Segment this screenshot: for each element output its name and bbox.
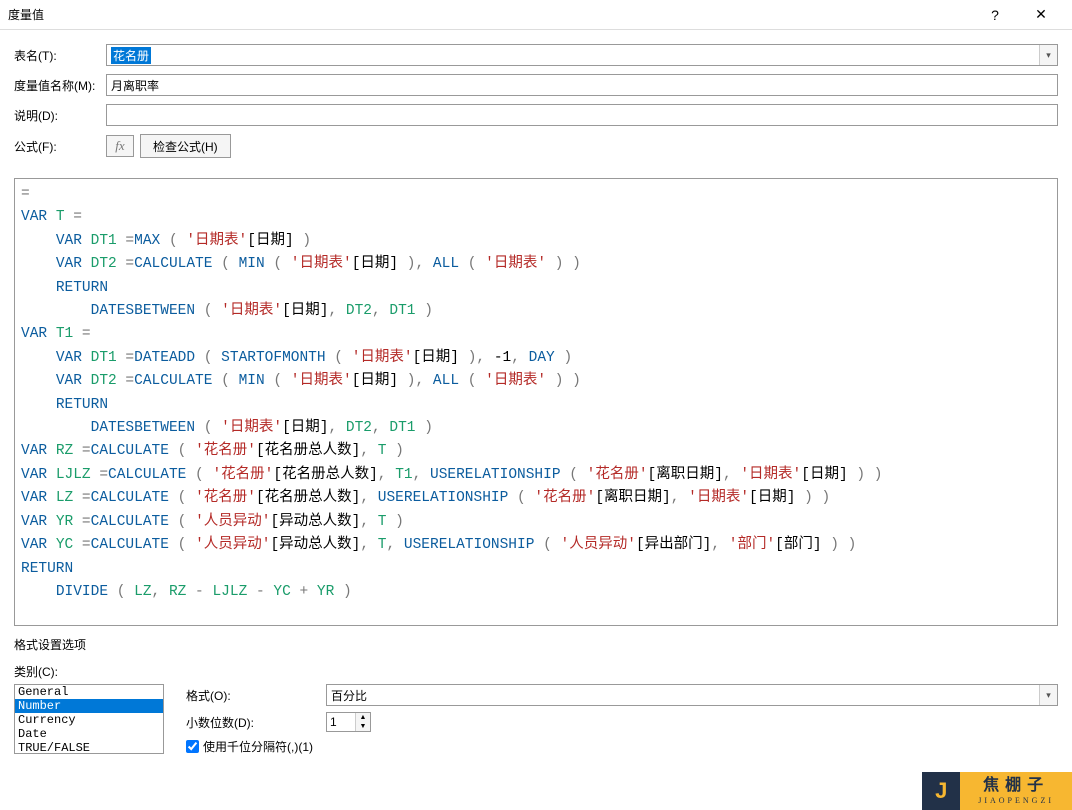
decimals-input[interactable] — [327, 713, 355, 731]
watermark-cn: 焦棚子 — [983, 778, 1049, 794]
category-item[interactable]: Currency — [15, 713, 163, 727]
table-input[interactable]: 花名册 — [106, 44, 1058, 66]
decimals-label: 小数位数(D): — [186, 714, 326, 731]
thousands-checkbox[interactable] — [186, 740, 199, 753]
format-input[interactable] — [326, 684, 1058, 706]
formula-editor[interactable]: = VAR T = VAR DT1 =MAX ( '日期表'[日期] ) VAR… — [14, 178, 1058, 626]
category-item[interactable]: Number — [15, 699, 163, 713]
help-button[interactable]: ? — [972, 0, 1018, 30]
thousands-label[interactable]: 使用千位分隔符(,)(1) — [203, 738, 313, 755]
form-area: 表名(T): 花名册 ▾ 度量值名称(M): 说明(D): 公式(F): fx … — [0, 30, 1072, 172]
format-combo[interactable]: ▾ — [326, 684, 1058, 706]
measure-input[interactable] — [106, 74, 1058, 96]
table-value-selected: 花名册 — [111, 47, 151, 64]
check-formula-button[interactable]: 检查公式(H) — [140, 134, 231, 158]
desc-input[interactable] — [106, 104, 1058, 126]
desc-label: 说明(D): — [14, 107, 106, 124]
spinner-up-icon[interactable]: ▲ — [356, 713, 370, 722]
fx-button[interactable]: fx — [106, 135, 134, 157]
table-label: 表名(T): — [14, 47, 106, 64]
chevron-down-icon[interactable]: ▾ — [1039, 685, 1057, 705]
close-button[interactable]: ✕ — [1018, 0, 1064, 30]
chevron-down-icon[interactable]: ▾ — [1039, 45, 1057, 65]
category-item[interactable]: Date — [15, 727, 163, 741]
category-label: 类别(C): — [14, 663, 1058, 680]
category-item[interactable]: TRUE/FALSE — [15, 741, 163, 754]
window-title: 度量值 — [8, 6, 972, 23]
titlebar: 度量值 ? ✕ — [0, 0, 1072, 30]
watermark-logo: J — [922, 772, 960, 810]
decimals-spinner[interactable]: ▲ ▼ — [326, 712, 371, 732]
watermark-text: 焦棚子 JIAOPENGZI — [960, 772, 1072, 810]
category-item[interactable]: General — [15, 685, 163, 699]
table-combo[interactable]: 花名册 ▾ — [106, 44, 1058, 66]
category-listbox[interactable]: GeneralNumberCurrencyDateTRUE/FALSE — [14, 684, 164, 754]
spinner-down-icon[interactable]: ▼ — [356, 722, 370, 731]
format-section-title: 格式设置选项 — [14, 636, 1058, 653]
measure-label: 度量值名称(M): — [14, 77, 106, 94]
formula-label: 公式(F): — [14, 138, 106, 155]
watermark: J 焦棚子 JIAOPENGZI — [922, 772, 1072, 810]
watermark-py: JIAOPENGZI — [978, 796, 1054, 806]
format-label: 格式(O): — [186, 687, 326, 704]
format-section: 格式设置选项 类别(C): GeneralNumberCurrencyDateT… — [14, 636, 1058, 755]
